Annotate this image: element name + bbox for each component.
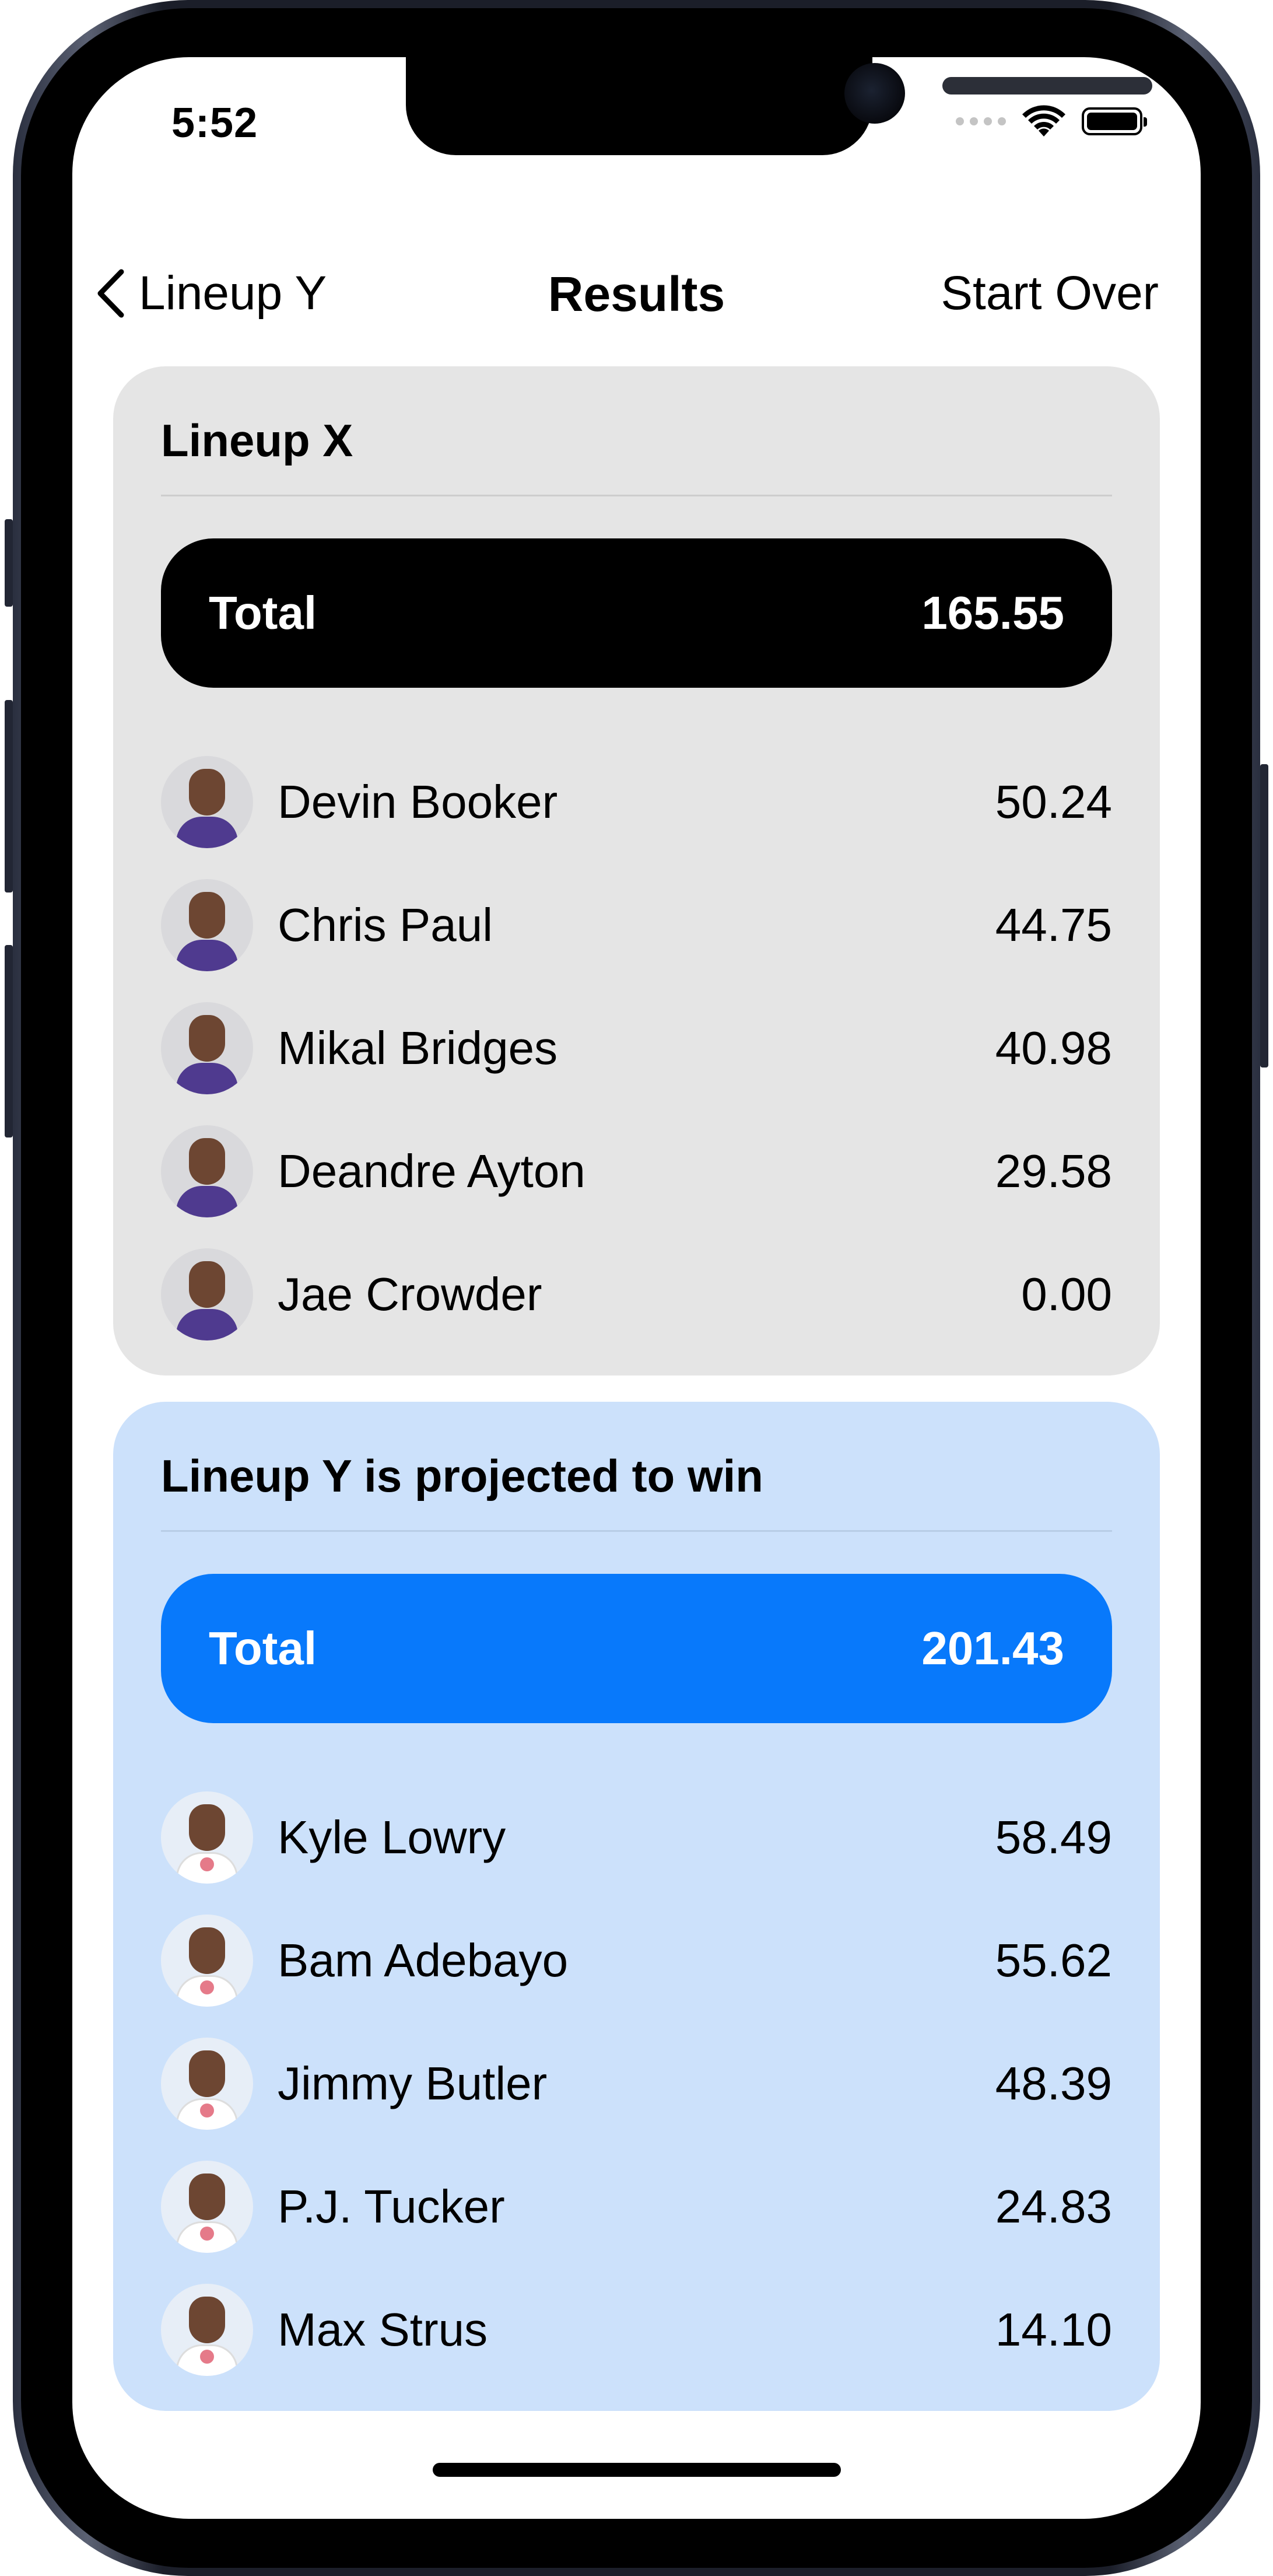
player-name: Kyle Lowry [278, 1811, 506, 1863]
player-row: P.J. Tucker 24.83 [161, 2145, 1112, 2268]
player-name: Chris Paul [278, 898, 493, 951]
total-label: Total [209, 587, 317, 639]
home-indicator[interactable] [433, 2463, 841, 2477]
player-list: Kyle Lowry 58.49 Bam Adebayo 55.62 Jimmy… [161, 1776, 1112, 2391]
player-list: Devin Booker 50.24 Chris Paul 44.75 Mika… [161, 740, 1112, 1356]
status-icons [956, 105, 1147, 138]
divider [161, 495, 1112, 496]
lineup-y-card: Lineup Y is projected to win Total 201.4… [113, 1402, 1160, 2411]
wifi-icon [1022, 105, 1065, 136]
player-row: Bam Adebayo 55.62 [161, 1899, 1112, 2022]
total-value: 165.55 [921, 587, 1064, 639]
player-avatar [161, 2160, 253, 2253]
player-name: Jae Crowder [278, 1268, 542, 1320]
player-score: 44.75 [995, 898, 1112, 951]
player-avatar [161, 1125, 253, 1217]
volume-down-button [5, 945, 13, 1138]
battery-icon [1082, 107, 1147, 135]
player-avatar [161, 1248, 253, 1340]
player-score: 0.00 [1021, 1268, 1112, 1320]
signal-dots-icon [956, 117, 1006, 125]
player-name: Mikal Bridges [278, 1021, 558, 1074]
player-score: 58.49 [995, 1811, 1112, 1863]
player-name: Jimmy Butler [278, 2057, 548, 2109]
player-row: Mikal Bridges 40.98 [161, 986, 1112, 1110]
player-row: Deandre Ayton 29.58 [161, 1110, 1112, 1233]
player-avatar [161, 2283, 253, 2376]
navigation-bar: Lineup Y Results Start Over [72, 250, 1201, 331]
player-score: 24.83 [995, 2180, 1112, 2232]
player-avatar [161, 1791, 253, 1884]
player-score: 55.62 [995, 1934, 1112, 1986]
front-camera [844, 63, 905, 124]
player-score: 48.39 [995, 2057, 1112, 2109]
player-name: Bam Adebayo [278, 1934, 569, 1986]
lineup-x-title: Lineup X [161, 415, 353, 466]
player-row: Max Strus 14.10 [161, 2268, 1112, 2391]
power-button [1260, 764, 1268, 1068]
player-avatar [161, 878, 253, 971]
lineup-x-card: Lineup X Total 165.55 Devin Booker 50.24… [113, 366, 1160, 1376]
player-row: Jae Crowder 0.00 [161, 1233, 1112, 1356]
player-row: Chris Paul 44.75 [161, 863, 1112, 986]
earpiece-speaker [942, 77, 1152, 94]
player-row: Kyle Lowry 58.49 [161, 1776, 1112, 1899]
player-row: Devin Booker 50.24 [161, 740, 1112, 863]
total-value: 201.43 [921, 1622, 1064, 1674]
lineup-y-total: Total 201.43 [161, 1574, 1112, 1723]
mute-switch [5, 519, 13, 607]
volume-up-button [5, 700, 13, 892]
notch [406, 57, 1152, 155]
player-name: Devin Booker [278, 775, 558, 828]
lineup-y-title: Lineup Y is projected to win [161, 1450, 763, 1502]
total-label: Total [209, 1622, 317, 1674]
player-name: Deandre Ayton [278, 1144, 585, 1197]
player-score: 40.98 [995, 1021, 1112, 1074]
divider [161, 1530, 1112, 1532]
app-screen: 5:52 Lineup Y Results Start Over Lineup … [72, 57, 1201, 2519]
player-avatar [161, 755, 253, 848]
player-name: Max Strus [278, 2303, 488, 2356]
player-name: P.J. Tucker [278, 2180, 505, 2232]
player-row: Jimmy Butler 48.39 [161, 2022, 1112, 2145]
player-score: 29.58 [995, 1144, 1112, 1197]
player-avatar [161, 1002, 253, 1094]
player-avatar [161, 1914, 253, 2007]
player-score: 14.10 [995, 2303, 1112, 2356]
start-over-button[interactable]: Start Over [941, 266, 1159, 321]
status-time: 5:52 [171, 100, 258, 146]
lineup-x-total: Total 165.55 [161, 538, 1112, 688]
player-avatar [161, 2037, 253, 2130]
player-score: 50.24 [995, 775, 1112, 828]
